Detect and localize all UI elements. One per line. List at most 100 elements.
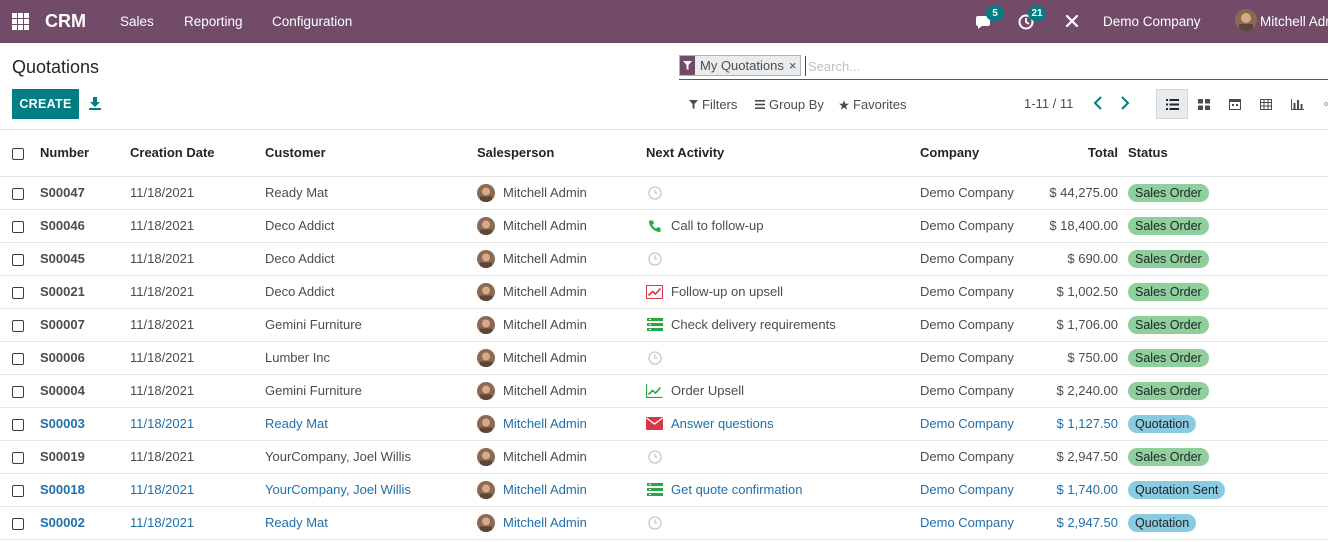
activity-view-button[interactable]	[1312, 89, 1328, 119]
table-row[interactable]: S00021 11/18/2021 Deco Addict Mitchell Admi…	[0, 275, 1328, 309]
salesperson-avatar[interactable]	[477, 513, 495, 532]
cell-number[interactable]: S00004	[40, 374, 130, 408]
cell-total[interactable]: $ 2,240.00	[1032, 374, 1128, 408]
cell-creation-date[interactable]: 11/18/2021	[130, 275, 265, 309]
cell-next-activity[interactable]	[646, 506, 920, 540]
kanban-view-button[interactable]	[1188, 89, 1220, 119]
salesperson-avatar[interactable]	[477, 414, 495, 433]
salesperson-avatar[interactable]	[477, 282, 495, 301]
cell-status[interactable]: Sales Order	[1128, 176, 1328, 210]
favorites-dropdown[interactable]: Favorites	[839, 97, 906, 112]
user-avatar[interactable]	[1235, 9, 1257, 31]
cell-salesperson[interactable]: Mitchell Admin	[477, 473, 646, 507]
cell-creation-date[interactable]: 11/18/2021	[130, 506, 265, 540]
cell-number[interactable]: S00002	[40, 506, 130, 540]
cell-salesperson[interactable]: Mitchell Admin	[477, 407, 646, 441]
cell-number[interactable]: S00047	[40, 176, 130, 210]
menu-reporting[interactable]: Reporting	[184, 14, 243, 29]
cell-status[interactable]: Sales Order	[1128, 209, 1328, 243]
messages-button[interactable]: 5	[975, 6, 1004, 33]
cell-status[interactable]: Sales Order	[1128, 242, 1328, 276]
salesperson-avatar[interactable]	[477, 348, 495, 367]
create-button[interactable]: CREATE	[12, 89, 79, 119]
row-checkbox[interactable]	[12, 385, 24, 398]
cell-total[interactable]: $ 44,275.00	[1032, 176, 1128, 210]
cell-total[interactable]: $ 750.00	[1032, 341, 1128, 375]
cell-creation-date[interactable]: 11/18/2021	[130, 473, 265, 507]
cell-total[interactable]: $ 1,127.50	[1032, 407, 1128, 441]
row-select-cell[interactable]	[0, 374, 40, 408]
cell-status[interactable]: Sales Order	[1128, 275, 1328, 309]
cell-next-activity[interactable]: Get quote confirmation	[646, 473, 920, 507]
clock-icon[interactable]	[646, 449, 663, 464]
cell-company[interactable]: Demo Company	[920, 341, 1032, 375]
select-all-checkbox[interactable]	[12, 147, 24, 160]
table-row[interactable]: S00045 11/18/2021 Deco Addict Mitchell Admi…	[0, 242, 1328, 276]
cell-salesperson[interactable]: Mitchell Admin	[477, 506, 646, 540]
row-checkbox[interactable]	[12, 187, 24, 200]
row-checkbox[interactable]	[12, 451, 24, 464]
cell-salesperson[interactable]: Mitchell Admin	[477, 440, 646, 474]
row-checkbox[interactable]	[12, 418, 24, 431]
row-select-cell[interactable]	[0, 473, 40, 507]
cell-customer[interactable]: Ready Mat	[265, 506, 477, 540]
cell-number[interactable]: S00003	[40, 407, 130, 441]
cell-creation-date[interactable]: 11/18/2021	[130, 209, 265, 243]
upsell-chart-icon[interactable]	[646, 284, 663, 299]
table-row[interactable]: S00007 11/18/2021 Gemini Furniture Mitchell…	[0, 308, 1328, 342]
cell-total[interactable]: $ 2,947.50	[1032, 440, 1128, 474]
pager-previous-icon[interactable]	[1092, 96, 1104, 110]
menu-sales[interactable]: Sales	[120, 14, 154, 29]
cell-creation-date[interactable]: 11/18/2021	[130, 242, 265, 276]
table-row[interactable]: S00006 11/18/2021 Lumber Inc Mitchell Admin…	[0, 341, 1328, 375]
clock-icon[interactable]	[646, 251, 663, 266]
row-checkbox[interactable]	[12, 220, 24, 233]
filters-dropdown[interactable]: Filters	[689, 97, 737, 112]
cell-number[interactable]: S00018	[40, 473, 130, 507]
cell-salesperson[interactable]: Mitchell Admin	[477, 374, 646, 408]
cell-number[interactable]: S00006	[40, 341, 130, 375]
clock-icon[interactable]	[646, 350, 663, 365]
cell-customer[interactable]: Deco Addict	[265, 242, 477, 276]
tasks-icon[interactable]	[646, 318, 663, 332]
download-icon[interactable]	[88, 96, 102, 110]
cell-status[interactable]: Quotation	[1128, 407, 1328, 441]
calendar-view-button[interactable]	[1219, 89, 1251, 119]
cell-status[interactable]: Sales Order	[1128, 341, 1328, 375]
column-header-creation-date[interactable]: Creation Date	[130, 130, 265, 177]
column-header-status[interactable]: Status	[1128, 130, 1328, 177]
row-select-cell[interactable]	[0, 341, 40, 375]
cell-number[interactable]: S00007	[40, 308, 130, 342]
cell-next-activity[interactable]: Call to follow-up	[646, 209, 920, 243]
activities-button[interactable]: 21	[1017, 6, 1046, 33]
line-chart-icon[interactable]	[646, 383, 663, 398]
column-header-next-activity[interactable]: Next Activity	[646, 130, 920, 177]
cell-next-activity[interactable]	[646, 242, 920, 276]
pivot-view-button[interactable]	[1250, 89, 1282, 119]
row-select-cell[interactable]	[0, 242, 40, 276]
cell-company[interactable]: Demo Company	[920, 176, 1032, 210]
cell-salesperson[interactable]: Mitchell Admin	[477, 209, 646, 243]
salesperson-avatar[interactable]	[477, 183, 495, 202]
salesperson-avatar[interactable]	[477, 315, 495, 334]
table-row[interactable]: S00019 11/18/2021 YourCompany, Joel Willis…	[0, 440, 1328, 474]
cell-total[interactable]: $ 1,002.50	[1032, 275, 1128, 309]
column-header-customer[interactable]: Customer	[265, 130, 477, 177]
row-checkbox[interactable]	[12, 286, 24, 299]
cell-total[interactable]: $ 18,400.00	[1032, 209, 1128, 243]
table-row[interactable]: S00002 11/18/2021 Ready Mat Mitchell Admin D…	[0, 506, 1328, 540]
row-select-cell[interactable]	[0, 176, 40, 210]
cell-total[interactable]: $ 2,947.50	[1032, 506, 1128, 540]
cell-company[interactable]: Demo Company	[920, 473, 1032, 507]
cell-next-activity[interactable]	[646, 176, 920, 210]
cell-company[interactable]: Demo Company	[920, 209, 1032, 243]
tasks-icon[interactable]	[646, 483, 663, 497]
column-header-total[interactable]: Total	[1032, 130, 1128, 177]
cell-company[interactable]: Demo Company	[920, 506, 1032, 540]
cell-creation-date[interactable]: 11/18/2021	[130, 341, 265, 375]
cell-company[interactable]: Demo Company	[920, 440, 1032, 474]
row-checkbox[interactable]	[12, 484, 24, 497]
cell-customer[interactable]: YourCompany, Joel Willis	[265, 473, 477, 507]
cell-salesperson[interactable]: Mitchell Admin	[477, 308, 646, 342]
column-header-salesperson[interactable]: Salesperson	[477, 130, 646, 177]
